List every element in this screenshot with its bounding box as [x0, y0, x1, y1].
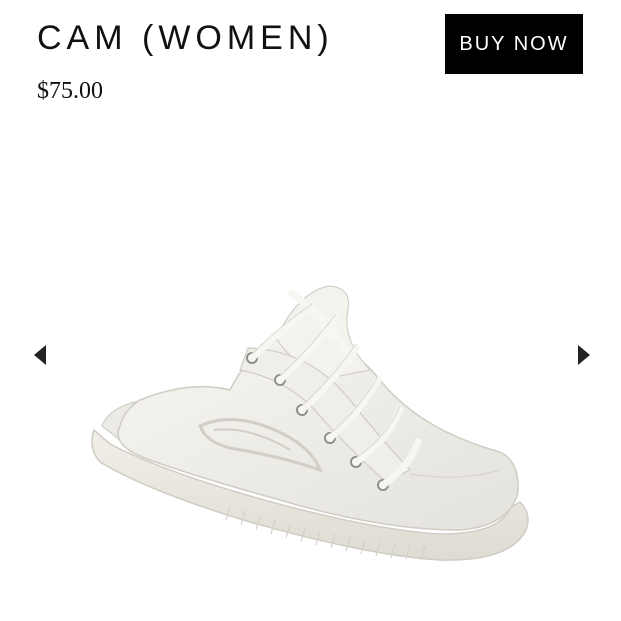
- product-price: $75.00: [37, 78, 103, 104]
- triangle-right-icon: [571, 341, 595, 369]
- previous-image-button[interactable]: [29, 341, 53, 369]
- product-image: [80, 230, 540, 620]
- triangle-left-icon: [29, 341, 53, 369]
- next-image-button[interactable]: [571, 341, 595, 369]
- buy-now-button[interactable]: BUY NOW: [445, 14, 583, 74]
- product-gallery: [0, 110, 621, 621]
- product-page: CAM (WOMEN) $75.00 BUY NOW: [0, 0, 621, 621]
- product-title: CAM (WOMEN): [37, 19, 334, 57]
- sneaker-illustration: [91, 285, 529, 561]
